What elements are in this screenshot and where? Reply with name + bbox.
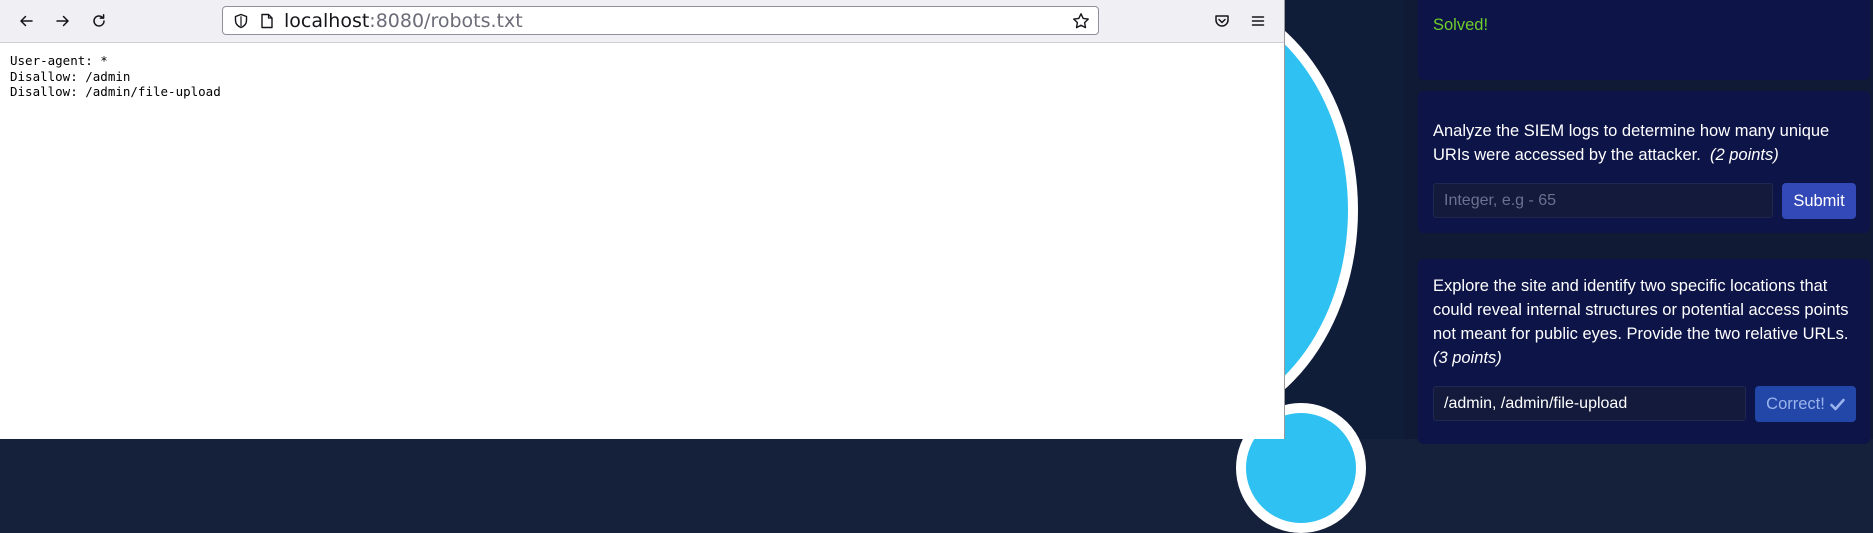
bookmark-star-icon[interactable] [1072, 12, 1090, 30]
question-text: Analyze the SIEM logs to determine how m… [1433, 119, 1856, 167]
url-path: :8080/robots.txt [369, 10, 523, 32]
forward-button[interactable] [49, 7, 77, 35]
shield-icon[interactable] [233, 13, 249, 29]
solved-card: Solved! [1418, 0, 1870, 80]
app-menu-button[interactable] [1244, 7, 1272, 35]
question-body: Explore the site and identify two specif… [1433, 277, 1849, 343]
question-text: Explore the site and identify two specif… [1433, 274, 1856, 370]
answer-input[interactable] [1433, 183, 1773, 218]
hamburger-menu-icon [1251, 16, 1265, 26]
solved-status: Solved! [1433, 16, 1489, 34]
answer-input[interactable] [1433, 386, 1746, 421]
url-text[interactable]: localhost:8080/robots.txt [284, 10, 523, 32]
question-points: (3 points) [1433, 349, 1502, 367]
url-bar[interactable]: localhost:8080/robots.txt [222, 6, 1099, 35]
pocket-button[interactable] [1208, 7, 1236, 35]
page-viewport: User-agent: * Disallow: /admin Disallow:… [0, 43, 1284, 439]
question-points: (2 points) [1709, 146, 1779, 164]
robots-txt-content: User-agent: * Disallow: /admin Disallow:… [10, 53, 221, 99]
back-icon [20, 15, 33, 27]
correct-button-label: Correct! [1766, 394, 1825, 413]
forward-icon [56, 15, 69, 27]
reload-button[interactable] [85, 7, 113, 35]
pocket-icon [1215, 15, 1229, 27]
page-icon[interactable] [260, 13, 274, 29]
checkmark-icon [1830, 398, 1845, 410]
back-button[interactable] [12, 7, 40, 35]
reload-icon [93, 14, 105, 27]
correct-button[interactable]: Correct! [1755, 386, 1856, 422]
submit-button[interactable]: Submit [1782, 183, 1856, 219]
browser-window: localhost:8080/robots.txt User-agent: * … [0, 0, 1285, 439]
url-host: localhost [284, 10, 370, 32]
browser-toolbar: localhost:8080/robots.txt [0, 0, 1284, 43]
question-card-siem: Analyze the SIEM logs to determine how m… [1418, 91, 1870, 233]
question-card-locations: Explore the site and identify two specif… [1418, 259, 1870, 444]
